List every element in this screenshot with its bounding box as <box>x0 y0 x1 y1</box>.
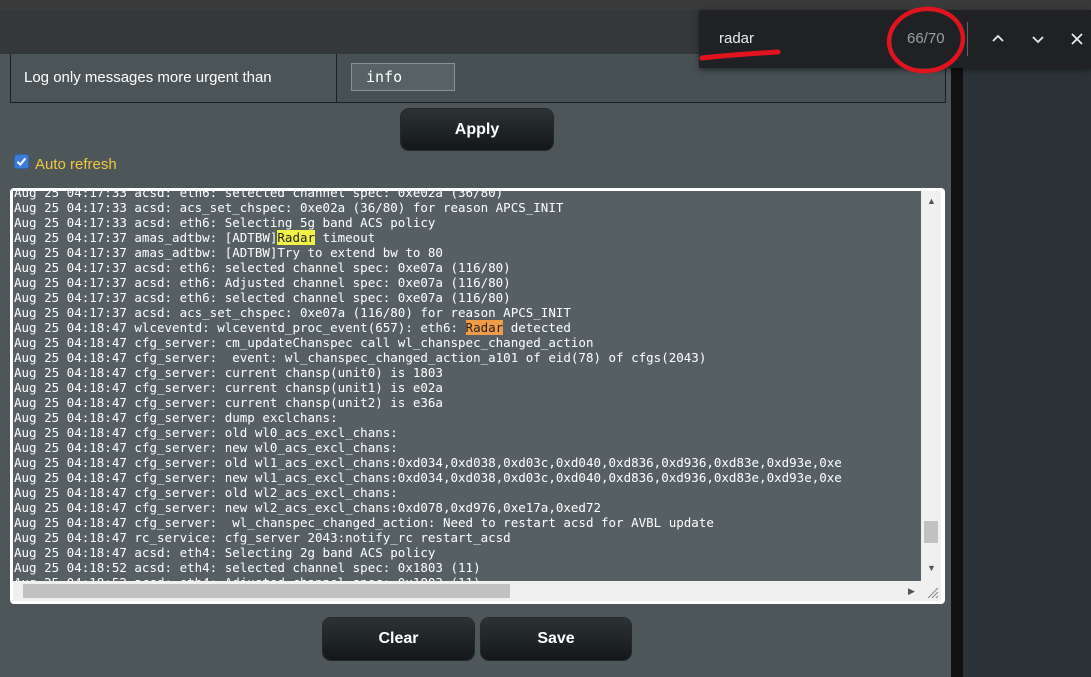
log-level-field[interactable]: info <box>351 63 455 91</box>
log-line: Aug 25 04:18:47 rc_service: cfg_server 2… <box>13 530 842 545</box>
log-line: Aug 25 04:18:47 cfg_server: event: wl_ch… <box>13 350 842 365</box>
log-line: Aug 25 04:17:37 acsd: eth6: selected cha… <box>13 290 842 305</box>
log-text: detected <box>503 320 571 335</box>
scroll-down-icon[interactable]: ▼ <box>927 563 936 573</box>
log-text: Aug 25 04:18:47 cfg_server: old wl1_acs_… <box>14 455 842 470</box>
log-line: Aug 25 04:18:47 cfg_server: old wl2_acs_… <box>13 485 842 500</box>
log-text: Aug 25 04:18:47 rc_service: cfg_server 2… <box>14 530 511 545</box>
log-textarea[interactable]: Aug 25 04:17:33 acsd: eth6: selected cha… <box>10 188 945 604</box>
log-line: Aug 25 04:18:47 cfg_server: current chan… <box>13 365 842 380</box>
log-text: Aug 25 04:17:37 acsd: eth6: selected cha… <box>14 290 511 305</box>
log-line: Aug 25 04:17:37 amas_adtbw: [ADTBW]Radar… <box>13 230 842 245</box>
log-text: Aug 25 04:17:37 amas_adtbw: [ADTBW]Try t… <box>14 245 443 260</box>
scroll-right-icon[interactable]: ▶ <box>908 586 915 596</box>
log-text: Aug 25 04:17:33 acsd: eth6: selected cha… <box>14 191 504 200</box>
log-text: Aug 25 04:17:37 acsd: eth6: selected cha… <box>14 260 511 275</box>
log-line: Aug 25 04:17:33 acsd: eth6: selected cha… <box>13 191 842 200</box>
log-text: Aug 25 04:18:47 wlceventd: wlceventd_pro… <box>14 320 466 335</box>
log-line: Aug 25 04:17:33 acsd: acs_set_chspec: 0x… <box>13 200 842 215</box>
log-line: Aug 25 04:17:37 acsd: acs_set_chspec: 0x… <box>13 305 842 320</box>
right-side-panel <box>963 54 1091 677</box>
chevron-down-icon[interactable] <box>1028 29 1048 49</box>
close-icon[interactable] <box>1067 29 1087 49</box>
log-line: Aug 25 04:18:47 cfg_server: old wl0_acs_… <box>13 425 842 440</box>
log-line: Aug 25 04:18:47 cfg_server: wl_chanspec_… <box>13 515 842 530</box>
find-match-count: 66/70 <box>907 30 945 47</box>
log-line: Aug 25 04:18:47 cfg_server: new wl2_acs_… <box>13 500 842 515</box>
log-line: Aug 25 04:18:47 cfg_server: new wl1_acs_… <box>13 470 842 485</box>
log-text: timeout <box>315 230 376 245</box>
log-text: Aug 25 04:18:47 cfg_server: new wl0_acs_… <box>14 440 398 455</box>
log-line: Aug 25 04:17:37 acsd: eth6: Adjusted cha… <box>13 275 842 290</box>
log-text: Aug 25 04:17:37 acsd: eth6: Adjusted cha… <box>14 275 511 290</box>
log-text: Aug 25 04:18:47 cfg_server: event: wl_ch… <box>14 350 707 365</box>
log-text: Aug 25 04:18:47 cfg_server: new wl1_acs_… <box>14 470 842 485</box>
log-text: Aug 25 04:17:33 acsd: eth6: Selecting 5g… <box>14 215 436 230</box>
log-lines: Aug 25 04:17:33 acsd: eth6: selected cha… <box>13 191 842 581</box>
log-text: Aug 25 04:18:47 cfg_server: cm_updateCha… <box>14 335 594 350</box>
find-in-page-bar: radar 66/70 <box>699 10 1091 68</box>
log-text: Aug 25 04:18:47 cfg_server: current chan… <box>14 365 443 380</box>
clear-button[interactable]: Clear <box>323 618 474 660</box>
save-button[interactable]: Save <box>481 618 631 660</box>
log-text: Aug 25 04:17:37 acsd: acs_set_chspec: 0x… <box>14 305 571 320</box>
horizontal-scrollbar[interactable]: ▶ <box>13 581 921 601</box>
log-text: Aug 25 04:18:47 cfg_server: new wl2_acs_… <box>14 500 601 515</box>
checkmark-icon <box>16 157 27 166</box>
log-line: Aug 25 04:17:37 amas_adtbw: [ADTBW]Try t… <box>13 245 842 260</box>
auto-refresh-checkbox[interactable] <box>14 154 29 169</box>
log-text: Aug 25 04:17:37 amas_adtbw: [ADTBW] <box>14 230 278 245</box>
active-search-match-highlight: Radar <box>465 320 504 335</box>
log-text: Aug 25 04:18:47 cfg_server: old wl2_acs_… <box>14 485 398 500</box>
vertical-scroll-thumb[interactable] <box>924 521 938 543</box>
log-text: Aug 25 04:17:33 acsd: acs_set_chspec: 0x… <box>14 200 564 215</box>
log-line: Aug 25 04:17:37 acsd: eth6: selected cha… <box>13 260 842 275</box>
vertical-scrollbar[interactable]: ▲ ▼ <box>921 191 941 581</box>
browser-top-strip <box>0 0 1091 10</box>
log-line: Aug 25 04:18:52 acsd: eth4: selected cha… <box>13 560 842 575</box>
log-line: Aug 25 04:18:47 cfg_server: current chan… <box>13 395 842 410</box>
log-text: Aug 25 04:18:47 cfg_server: dump exclcha… <box>14 410 338 425</box>
log-line: Aug 25 04:17:33 acsd: eth6: Selecting 5g… <box>13 215 842 230</box>
find-input[interactable]: radar <box>719 30 754 47</box>
log-text: Aug 25 04:18:47 cfg_server: current chan… <box>14 395 443 410</box>
log-line: Aug 25 04:18:47 cfg_server: current chan… <box>13 380 842 395</box>
resize-handle-icon[interactable] <box>921 581 941 601</box>
log-line: Aug 25 04:18:47 cfg_server: old wl1_acs_… <box>13 455 842 470</box>
log-line: Aug 25 04:18:47 cfg_server: cm_updateCha… <box>13 335 842 350</box>
log-line: Aug 25 04:18:47 wlceventd: wlceventd_pro… <box>13 320 842 335</box>
log-level-label: Log only messages more urgent than <box>11 54 337 102</box>
log-line: Aug 25 04:18:47 cfg_server: dump exclcha… <box>13 410 842 425</box>
log-text: Aug 25 04:18:47 cfg_server: current chan… <box>14 380 443 395</box>
log-text: Aug 25 04:18:47 cfg_server: old wl0_acs_… <box>14 425 398 440</box>
log-text: Aug 25 04:18:47 cfg_server: wl_chanspec_… <box>14 515 714 530</box>
auto-refresh-label: Auto refresh <box>35 156 117 173</box>
apply-button[interactable]: Apply <box>401 109 553 150</box>
log-text: Aug 25 04:18:47 acsd: eth4: Selecting 2g… <box>14 545 436 560</box>
log-content[interactable]: Aug 25 04:17:33 acsd: eth6: selected cha… <box>13 191 921 581</box>
log-line: Aug 25 04:18:47 cfg_server: new wl0_acs_… <box>13 440 842 455</box>
panel-divider <box>951 54 963 677</box>
log-line: Aug 25 04:18:47 acsd: eth4: Selecting 2g… <box>13 545 842 560</box>
log-text: Aug 25 04:18:52 acsd: eth4: selected cha… <box>14 560 481 575</box>
system-log-panel: Log only messages more urgent than info … <box>0 54 951 677</box>
search-match-highlight: Radar <box>277 230 316 245</box>
scroll-up-icon[interactable]: ▲ <box>927 196 936 206</box>
find-separator <box>967 22 968 56</box>
horizontal-scroll-thumb[interactable] <box>23 584 510 598</box>
chevron-up-icon[interactable] <box>988 29 1008 49</box>
